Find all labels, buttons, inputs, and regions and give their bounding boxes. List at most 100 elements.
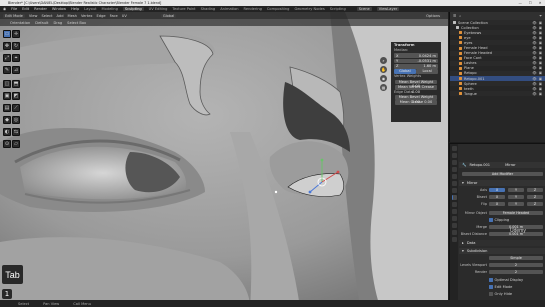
viewport-menu-item[interactable]: Vertex <box>81 14 93 18</box>
ortho-grid-icon[interactable]: ▦ <box>380 84 387 91</box>
workspace-tab[interactable]: Animation <box>220 7 238 11</box>
filter-icon[interactable]: ⏷ <box>539 14 542 18</box>
camera-icon[interactable]: ▣ <box>539 82 542 86</box>
eye-icon[interactable]: 👁 <box>532 51 536 55</box>
camera-icon[interactable]: ▣ <box>539 61 542 65</box>
axis-x-toggle[interactable]: X <box>489 187 505 193</box>
eye-icon[interactable]: 👁 <box>532 66 536 70</box>
viewport-menu-item[interactable]: Select <box>41 14 52 18</box>
scene-tab-icon[interactable] <box>451 174 457 179</box>
measure-tool-icon[interactable]: ⊿ <box>12 66 20 74</box>
flip-y-toggle[interactable]: Y <box>508 201 524 207</box>
bisect-z-toggle[interactable]: Z <box>527 194 543 200</box>
optimal-display-checkbox[interactable] <box>489 278 493 282</box>
viewport-menu-item[interactable]: UV <box>122 14 127 18</box>
eye-icon[interactable]: 👁 <box>532 46 536 50</box>
edit-mode-checkbox[interactable] <box>489 285 493 289</box>
render-tab-icon[interactable] <box>451 153 457 158</box>
menu-item[interactable]: File <box>11 7 17 11</box>
workspace-tab[interactable]: UV Editing <box>149 7 168 11</box>
object-name-row[interactable]: 🔧 Retopo.001 Mirror <box>459 162 545 168</box>
subdivision-modifier-name[interactable]: Subdivision <box>467 249 488 253</box>
eye-icon[interactable]: 👁 <box>532 61 536 65</box>
chevron-down-icon[interactable]: ▾ <box>462 181 464 185</box>
local-toggle[interactable]: Local <box>416 68 438 74</box>
texture-tab-icon[interactable] <box>451 237 457 242</box>
options-button[interactable]: Options <box>424 13 442 18</box>
camera-view-icon[interactable]: ◉ <box>380 75 387 82</box>
camera-icon[interactable]: ▣ <box>539 71 542 75</box>
outliner-display-mode-icon[interactable]: ☰ <box>453 14 456 18</box>
camera-icon[interactable]: ▣ <box>539 41 542 45</box>
axis-y-toggle[interactable]: Y <box>508 187 524 193</box>
eye-icon[interactable]: 👁 <box>532 82 536 86</box>
particles-tab-icon[interactable] <box>451 202 457 207</box>
tool-setting[interactable]: Select Box <box>67 21 86 25</box>
camera-icon[interactable]: ▣ <box>539 51 542 55</box>
view-layer-tab-icon[interactable] <box>451 167 457 172</box>
workspace-tab[interactable]: Geometry Nodes <box>294 7 324 11</box>
median-x-field[interactable]: X 0.0424 m <box>394 53 438 59</box>
chevron-down-icon[interactable]: ▾ <box>462 249 464 253</box>
tool-tab-icon[interactable] <box>451 146 457 151</box>
viewport-menu-item[interactable]: View <box>29 14 38 18</box>
spin-tool-icon[interactable]: ◎ <box>12 116 20 124</box>
eye-icon[interactable]: 👁 <box>532 56 536 60</box>
eye-icon[interactable]: 👁 <box>532 26 536 30</box>
menu-item[interactable]: Edit <box>22 7 29 11</box>
shrink-tool-icon[interactable]: ⊙ <box>3 140 11 148</box>
mean-vertex-crease-field[interactable]: Mean Vertex Crease 0.00 <box>395 84 437 94</box>
eye-icon[interactable]: 👁 <box>532 87 536 91</box>
clipping-checkbox[interactable] <box>489 218 493 222</box>
bisect-y-toggle[interactable]: Y <box>508 194 524 200</box>
rotate-tool-icon[interactable]: ↻ <box>12 42 20 50</box>
mirror-object-field[interactable]: Female Headed <box>489 210 543 216</box>
median-z-field[interactable]: Z 1.60 m <box>394 63 438 69</box>
camera-icon[interactable]: ▣ <box>539 66 542 70</box>
viewport-menu-item[interactable]: Add <box>57 14 64 18</box>
mode-selector[interactable]: Edit Mode <box>3 13 25 18</box>
edge-slide-tool-icon[interactable]: ⇆ <box>12 128 20 136</box>
add-modifier-button[interactable]: Add Modifier <box>462 171 543 177</box>
workspace-tab[interactable]: Sculpting <box>122 7 144 11</box>
tool-setting[interactable]: Orientation <box>10 21 30 25</box>
poly-build-tool-icon[interactable]: ◆ <box>3 116 11 124</box>
median-y-field[interactable]: Y -0.0531 m <box>394 58 438 64</box>
menu-item[interactable]: Help <box>71 7 79 11</box>
workspace-tab[interactable]: Compositing <box>267 7 290 11</box>
camera-icon[interactable]: ▣ <box>539 77 542 81</box>
transform-orientation[interactable]: Global <box>160 13 177 18</box>
levels-render-field[interactable]: 2 <box>489 269 543 275</box>
flip-x-toggle[interactable]: X <box>489 201 505 207</box>
camera-icon[interactable]: ▣ <box>539 26 542 30</box>
workspace-tab[interactable]: Modeling <box>102 7 118 11</box>
knife-tool-icon[interactable]: ⟋ <box>12 104 20 112</box>
mean-bevel-weight-field[interactable]: Mean Bevel Weight 0.00 <box>395 79 437 88</box>
mirror-modifier-name[interactable]: Mirror <box>467 181 478 185</box>
workspace-tab[interactable]: Texture Paint <box>172 7 195 11</box>
workspace-tab[interactable]: Rendering <box>244 7 262 11</box>
scale-tool-icon[interactable]: ⤢ <box>3 54 11 62</box>
smooth-tool-icon[interactable]: ◐ <box>3 128 11 136</box>
eye-icon[interactable]: 👁 <box>532 77 536 81</box>
world-tab-icon[interactable] <box>451 181 457 186</box>
material-tab-icon[interactable] <box>451 230 457 235</box>
camera-icon[interactable]: ▣ <box>539 92 542 96</box>
bisect-x-toggle[interactable]: X <box>489 194 505 200</box>
tool-setting[interactable]: Default <box>35 21 48 25</box>
viewport-menu-item[interactable]: Face <box>110 14 118 18</box>
mean-edge-bevel-field[interactable]: Mean Bevel Weight 0.00 <box>395 95 437 104</box>
camera-icon[interactable]: ▣ <box>539 31 542 35</box>
eye-icon[interactable]: 👁 <box>532 21 536 25</box>
annotate-tool-icon[interactable]: ✎ <box>3 66 11 74</box>
scene-selector[interactable]: Scene <box>356 7 372 11</box>
workspace-tab[interactable]: Scripting <box>330 7 346 11</box>
tool-setting[interactable]: Drag <box>53 21 62 25</box>
data-tab-icon[interactable] <box>451 223 457 228</box>
bevel-tool-icon[interactable]: ◩ <box>12 92 20 100</box>
shear-tool-icon[interactable]: ▱ <box>12 140 20 148</box>
mirror-modifier-header[interactable]: ▾ Mirror <box>459 180 545 186</box>
eye-icon[interactable]: 👁 <box>532 36 536 40</box>
eye-icon[interactable]: 👁 <box>532 31 536 35</box>
eye-icon[interactable]: 👁 <box>532 92 536 96</box>
